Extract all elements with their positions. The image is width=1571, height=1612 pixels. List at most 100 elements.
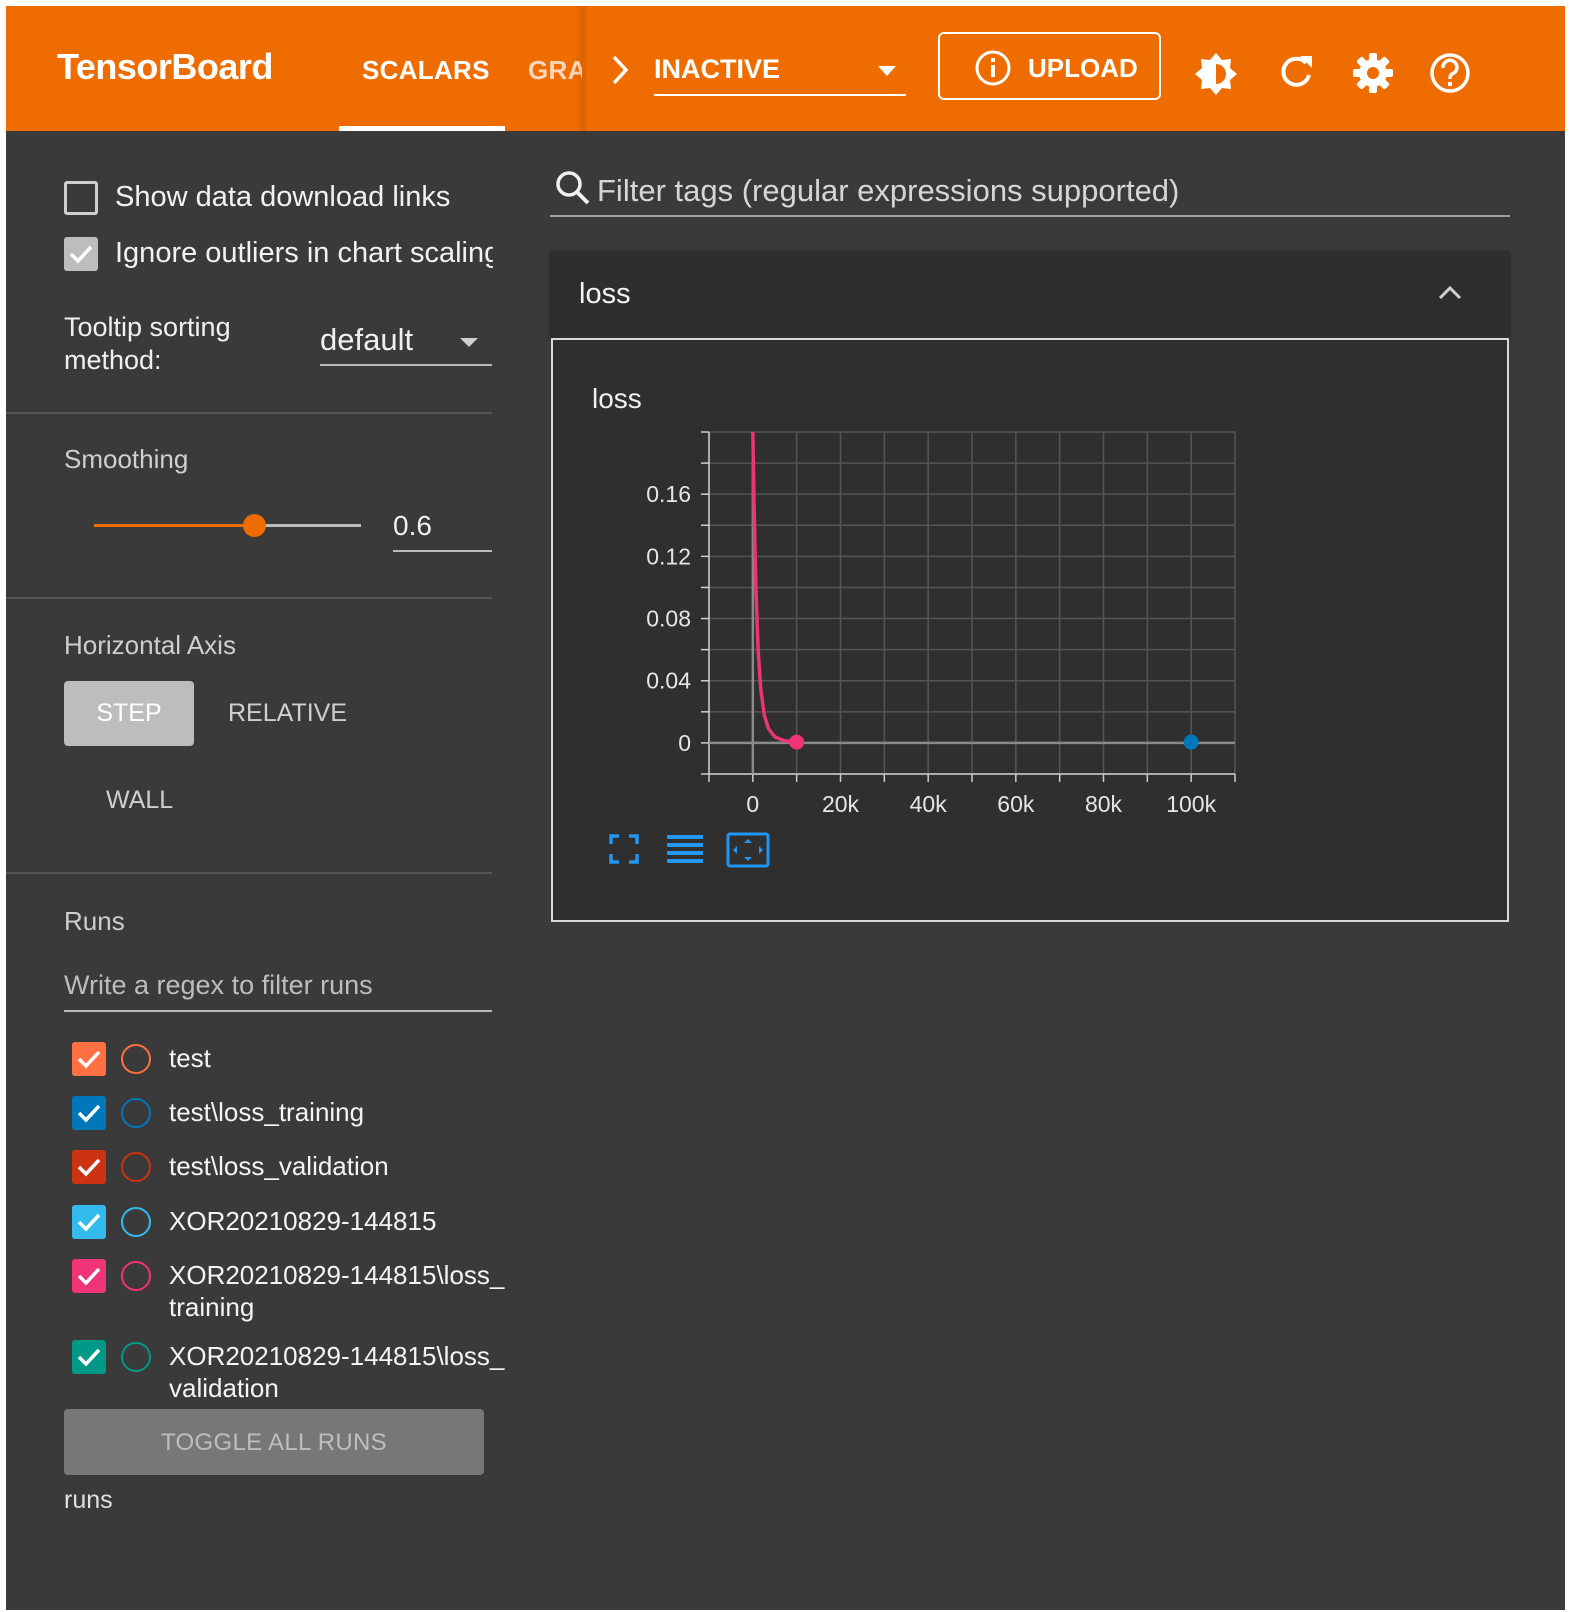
run-label: XOR20210829-144815\loss_ training <box>169 1259 504 1323</box>
y-tick-label: 0.16 <box>646 481 691 507</box>
scalar-chart-card: loss 0 20k 40k 60k 80k 100k 0 0.04 0.08 0.12 0.16 <box>551 338 1509 922</box>
tooltip-sorting-label: Tooltip sorting method: <box>64 311 231 377</box>
show-download-links-checkbox[interactable] <box>64 181 98 215</box>
smoothing-slider[interactable] <box>94 514 361 537</box>
upload-button[interactable]: UPLOAD <box>938 32 1161 100</box>
run-item[interactable]: XOR20210829-144815\loss_ validation <box>64 1332 504 1403</box>
upload-label: UPLOAD <box>1028 53 1138 83</box>
run-label-line1: test <box>169 1043 211 1073</box>
smoothing-slider-thumb[interactable] <box>243 514 267 537</box>
toggle-all-runs-button[interactable]: TOGGLE ALL RUNS <box>64 1409 484 1475</box>
tag-group-header[interactable]: loss <box>551 251 1509 338</box>
run-checkbox[interactable] <box>72 1259 106 1293</box>
run-label: XOR20210829-144815\loss_ validation <box>169 1340 504 1404</box>
tab-scalars[interactable]: SCALARS <box>362 55 490 86</box>
toggle-all-runs-label: TOGGLE ALL RUNS <box>161 1429 387 1456</box>
top-toolbar: TensorBoard SCALARS GRAPHS INACTIVE UPLO… <box>6 6 1565 131</box>
run-label: test <box>169 1042 211 1074</box>
x-tick-label: 80k <box>1085 791 1123 817</box>
run-label: test\loss_validation <box>169 1150 389 1182</box>
search-icon <box>556 171 590 205</box>
run-label-line1: test\loss_validation <box>169 1151 389 1181</box>
runs-title: Runs <box>64 906 125 936</box>
smoothing-slider-fill <box>94 524 255 527</box>
y-tick-label: 0.04 <box>646 668 691 694</box>
run-label-line1: XOR20210829-144815\loss_ <box>169 1260 505 1290</box>
run-checkbox[interactable] <box>72 1340 106 1374</box>
run-checkbox[interactable] <box>72 1205 106 1239</box>
run-checkbox[interactable] <box>72 1042 106 1076</box>
fit-domain-icon[interactable] <box>726 832 770 868</box>
smoothing-value-input[interactable]: 0.6 <box>393 506 492 552</box>
checkmark-icon <box>77 1158 101 1177</box>
tensorboard-app: TensorBoard SCALARS GRAPHS INACTIVE UPLO… <box>6 6 1565 1610</box>
inactive-plugins-select[interactable]: INACTIVE <box>654 46 906 96</box>
ignore-outliers-checkbox[interactable] <box>64 237 98 271</box>
series-endpoint-marker <box>789 734 805 750</box>
horizontal-axis-title: Horizontal Axis <box>64 630 236 660</box>
x-tick-label: 60k <box>997 791 1035 817</box>
log-scale-icon[interactable] <box>667 834 703 864</box>
runs-filter-placeholder: Write a regex to filter runs <box>64 970 373 1000</box>
chevron-up-icon[interactable] <box>1437 283 1463 301</box>
run-label-line1: test\loss_training <box>169 1097 365 1127</box>
run-color-swatch[interactable] <box>121 1152 151 1182</box>
tab-scroll-divider <box>583 6 586 131</box>
run-color-swatch[interactable] <box>121 1261 151 1291</box>
brand-title: TensorBoard <box>57 46 273 87</box>
tooltip-sorting-select[interactable]: default <box>320 316 492 366</box>
series-endpoint-marker <box>1183 734 1199 750</box>
inactive-select-value: INACTIVE <box>654 54 781 84</box>
run-checkbox[interactable] <box>72 1096 106 1130</box>
settings-icon[interactable] <box>1351 51 1395 95</box>
tooltip-sorting-label-line2: method: <box>64 345 162 375</box>
axis-wall-button[interactable]: WALL <box>106 786 173 815</box>
run-color-swatch[interactable] <box>121 1044 151 1074</box>
checkmark-icon <box>69 245 93 264</box>
dropdown-arrow-icon <box>878 66 896 76</box>
y-tick-label: 0 <box>678 730 691 756</box>
runs-footer-label: runs <box>64 1486 113 1514</box>
tab-graphs[interactable]: GRAPHS <box>528 55 582 86</box>
run-checkbox[interactable] <box>72 1150 106 1184</box>
info-icon <box>975 50 1011 86</box>
section-divider <box>6 597 492 599</box>
loss-chart[interactable]: 0 20k 40k 60k 80k 100k 0 0.04 0.08 0.12 0.16 <box>553 340 1507 920</box>
axis-step-button[interactable]: STEP <box>64 681 194 746</box>
tag-filter-placeholder: Filter tags (regular expressions support… <box>597 173 1180 208</box>
help-icon[interactable] <box>1428 51 1472 95</box>
checkmark-icon <box>77 1213 101 1232</box>
show-download-links-label: Show data download links <box>115 181 451 213</box>
theme-toggle-icon[interactable] <box>1193 51 1239 97</box>
reload-icon[interactable] <box>1276 51 1316 95</box>
axis-step-label: STEP <box>96 699 162 727</box>
x-tick-label: 20k <box>822 791 860 817</box>
run-color-swatch[interactable] <box>121 1098 151 1128</box>
run-color-swatch[interactable] <box>121 1342 151 1372</box>
run-label: XOR20210829-144815 <box>169 1205 436 1237</box>
section-divider <box>6 872 492 874</box>
tooltip-sorting-label-line1: Tooltip sorting <box>64 312 231 342</box>
run-label-line1: XOR20210829-144815 <box>169 1206 437 1236</box>
run-item[interactable]: XOR20210829-144815\loss_ training <box>64 1251 504 1322</box>
axis-relative-button[interactable]: RELATIVE <box>228 699 347 728</box>
y-tick-label: 0.08 <box>646 606 691 632</box>
run-color-swatch[interactable] <box>121 1207 151 1237</box>
checkmark-icon <box>77 1104 101 1123</box>
sidebar: Show data download links Ignore outliers… <box>6 131 504 1610</box>
x-tick-label: 0 <box>746 791 759 817</box>
checkmark-icon <box>77 1050 101 1069</box>
tooltip-sorting-value: default <box>320 322 414 357</box>
smoothing-title: Smoothing <box>64 444 189 474</box>
run-label-line2: validation <box>169 1373 279 1403</box>
runs-filter-input[interactable]: Write a regex to filter runs <box>64 964 492 1012</box>
chevron-right-icon[interactable] <box>608 53 632 87</box>
fullscreen-icon[interactable] <box>609 834 639 864</box>
ignore-outliers-label: Ignore outliers in chart scaling <box>115 237 493 269</box>
checkmark-icon <box>77 1267 101 1286</box>
dropdown-arrow-icon <box>460 338 478 347</box>
checkmark-icon <box>77 1348 101 1367</box>
y-tick-label: 0.12 <box>646 543 691 569</box>
tag-filter-input[interactable]: Filter tags (regular expressions support… <box>550 161 1510 217</box>
run-label: test\loss_training <box>169 1096 364 1128</box>
